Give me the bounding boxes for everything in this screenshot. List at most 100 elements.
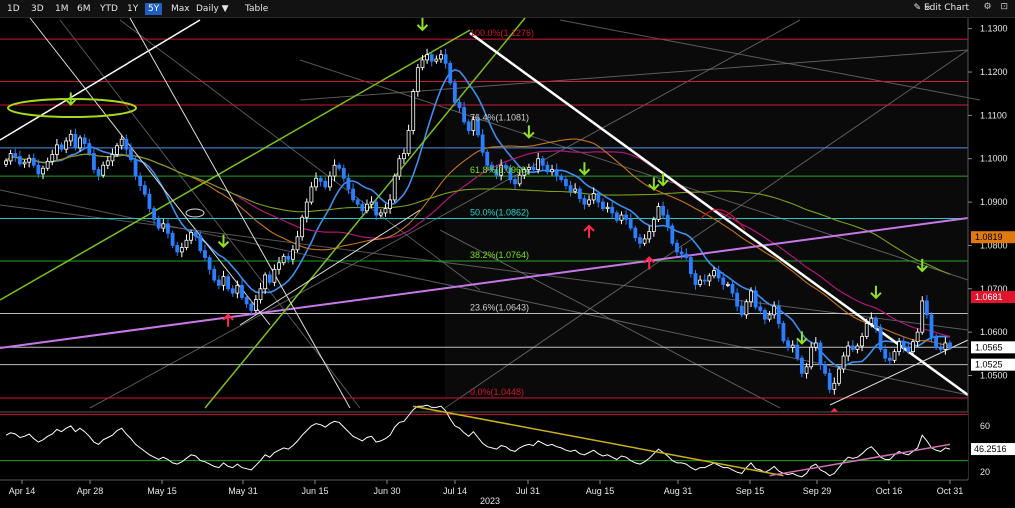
candle-body <box>665 214 670 227</box>
candle-body <box>693 273 698 285</box>
candle-body <box>443 54 448 64</box>
candle-body <box>633 227 638 239</box>
candle-body <box>277 262 281 270</box>
candle-body <box>887 357 892 361</box>
candle-body <box>87 143 92 154</box>
candle-body <box>378 212 383 216</box>
candle-body <box>119 138 124 147</box>
candle-body <box>550 169 554 173</box>
candle-body <box>36 164 41 175</box>
candle-body <box>605 206 610 209</box>
price-label: 1.0681 <box>975 292 1003 302</box>
candle-body <box>411 91 416 131</box>
candle-body <box>314 177 318 188</box>
candle-body <box>573 188 578 192</box>
candle-body <box>439 54 443 60</box>
candle-body <box>253 299 258 311</box>
candle-body <box>878 327 883 350</box>
candle-body <box>133 159 138 177</box>
candle-body <box>559 175 564 180</box>
candle-body <box>374 201 379 216</box>
candle-body <box>295 236 300 251</box>
candle-body <box>55 144 59 155</box>
candle-body <box>78 137 82 149</box>
candle-body <box>656 206 661 220</box>
x-tick-label: May 15 <box>147 486 177 496</box>
candle-body <box>17 156 22 165</box>
candle-body <box>739 305 744 316</box>
candle-body <box>610 206 615 214</box>
candle-body <box>263 274 268 290</box>
candle-body <box>156 219 161 229</box>
candle-body <box>73 134 78 149</box>
candle-body <box>892 351 897 361</box>
candle-body <box>309 186 314 203</box>
y-tick-label: 1.1300 <box>980 24 1008 34</box>
candle-body <box>915 331 920 343</box>
candle-body <box>772 305 777 316</box>
candle-body <box>823 364 827 374</box>
candle-body <box>587 199 591 205</box>
candle-body <box>166 223 170 234</box>
candle-body <box>198 235 203 252</box>
candle-body <box>485 151 490 166</box>
candle-body <box>346 177 351 190</box>
candle-body <box>448 62 453 84</box>
candle-body <box>809 346 814 368</box>
candle-body <box>45 160 50 169</box>
candle-body <box>216 279 221 286</box>
x-tick-label: Aug 15 <box>586 486 615 496</box>
candle-body <box>906 346 911 353</box>
candle-body <box>619 214 624 221</box>
candle-body <box>179 247 184 253</box>
fib-box <box>445 39 968 399</box>
candle-body <box>170 232 175 246</box>
candle-body <box>59 144 64 150</box>
candle-body <box>679 251 684 255</box>
x-tick-label: May 31 <box>228 486 258 496</box>
candle-body <box>147 193 152 209</box>
candle-body <box>415 67 420 92</box>
candle-body <box>596 193 601 203</box>
candle-body <box>189 232 193 241</box>
y-tick-label: 1.1100 <box>980 110 1007 120</box>
candle-body <box>855 345 860 350</box>
candle-body <box>786 340 790 348</box>
candle-body <box>281 255 286 264</box>
price-label: 1.0565 <box>975 342 1003 352</box>
candle-body <box>651 219 656 232</box>
candle-body <box>707 275 712 282</box>
candle-body <box>800 357 804 374</box>
candle-body <box>383 208 388 214</box>
candle-body <box>406 130 411 154</box>
candle-body <box>22 161 27 165</box>
candle-body <box>258 288 263 301</box>
candle-body <box>749 290 753 303</box>
candle-body <box>624 214 628 220</box>
x-tick-label: Jul 31 <box>516 486 540 496</box>
candle-body <box>647 231 652 240</box>
x-tick-label: Sep 29 <box>803 486 832 496</box>
candle-body <box>466 121 471 131</box>
candle-body <box>434 58 439 62</box>
candle-body <box>138 175 143 187</box>
candle-body <box>712 270 716 277</box>
candle-body <box>874 317 878 329</box>
candle-body <box>758 306 763 311</box>
candle-body <box>767 314 772 320</box>
fib-level-label: 100.0%(1.1276) <box>470 28 534 38</box>
candle-body <box>614 212 619 221</box>
candle-body <box>425 54 429 61</box>
candle-body <box>207 257 212 270</box>
candle-body <box>360 203 365 212</box>
x-tick-label: Jul 14 <box>443 486 467 496</box>
x-tick-label: Aug 31 <box>664 486 693 496</box>
candle-body <box>397 158 402 177</box>
candle-body <box>675 242 679 253</box>
candle-body <box>402 153 406 160</box>
candle-body <box>105 160 110 166</box>
candle-body <box>763 310 767 320</box>
candle-body <box>776 305 781 324</box>
candle-body <box>920 300 925 333</box>
candle-body <box>725 284 730 286</box>
